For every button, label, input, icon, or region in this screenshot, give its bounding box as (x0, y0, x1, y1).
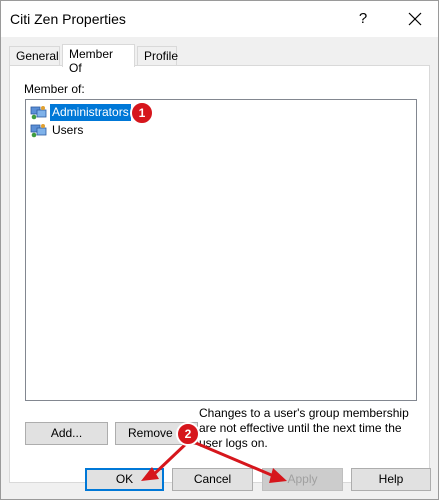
list-item-administrators[interactable]: Administrators (30, 103, 131, 121)
list-item-label: Administrators (50, 103, 131, 121)
properties-dialog: Citi Zen Properties ? General Member Of … (0, 0, 439, 500)
membership-note: Changes to a user's group membership are… (199, 406, 409, 450)
tab-profile[interactable]: Profile (137, 46, 178, 66)
group-icon (30, 124, 47, 138)
add-button[interactable]: Add... (25, 422, 108, 445)
dialog-client-area: General Member Of Profile Member of: Adm… (1, 37, 438, 499)
close-icon (408, 12, 422, 26)
ok-button[interactable]: OK (85, 468, 164, 491)
apply-button[interactable]: Apply (262, 468, 343, 491)
tab-member-of[interactable]: Member Of (62, 44, 135, 75)
annotation-badge-2: 2 (176, 422, 200, 446)
help-button[interactable]: Help (351, 468, 431, 491)
tab-general[interactable]: General (9, 46, 60, 66)
help-title-button[interactable]: ? (347, 3, 379, 35)
member-of-list[interactable]: Administrators Users (25, 99, 417, 401)
list-item-label: Users (52, 122, 84, 137)
cancel-button[interactable]: Cancel (172, 468, 253, 491)
window-title: Citi Zen Properties (10, 11, 126, 27)
title-bar: Citi Zen Properties ? (1, 1, 438, 37)
annotation-badge-1: 1 (130, 101, 154, 125)
list-item-users[interactable]: Users (30, 121, 85, 139)
member-of-label: Member of: (24, 82, 85, 96)
close-button[interactable] (398, 3, 432, 35)
group-icon (30, 106, 47, 120)
